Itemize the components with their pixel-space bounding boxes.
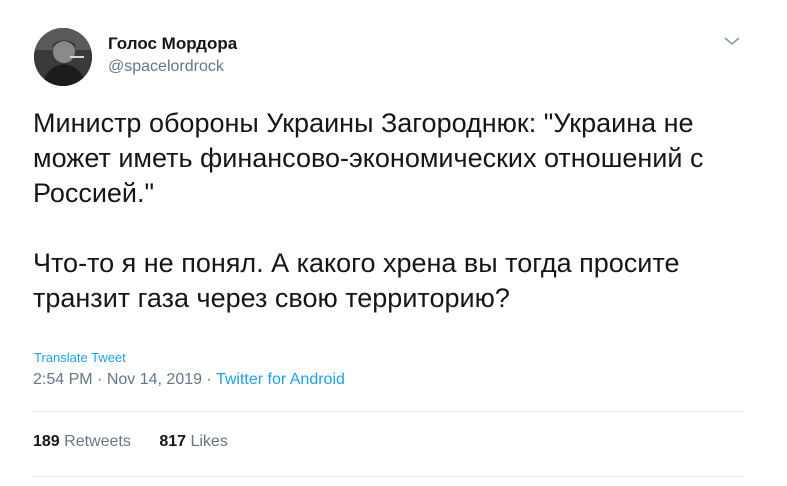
tweet-source-link[interactable]: Twitter for Android: [216, 371, 345, 388]
author-display-name[interactable]: Голос Мордора: [108, 34, 237, 54]
translate-tweet-link[interactable]: Translate Tweet: [34, 350, 126, 365]
tweet-meta: 2:54 PM · Nov 14, 2019 · Twitter for And…: [33, 371, 345, 389]
tweet-paragraph: Что-то я не понял. А какого хрена вы тог…: [33, 248, 680, 313]
chevron-down-icon[interactable]: [722, 34, 742, 48]
retweets-count: 189: [33, 433, 60, 450]
avatar-image: [34, 28, 92, 86]
meta-separator: ·: [206, 371, 212, 388]
divider: [33, 411, 743, 412]
divider: [33, 476, 743, 477]
tweet-card: Голос Мордора @spacelordrock Министр обо…: [0, 0, 787, 486]
likes-stat[interactable]: 817 Likes: [159, 433, 228, 451]
tweet-stats: 189 Retweets 817 Likes: [33, 433, 228, 451]
tweet-text: Министр обороны Украины Загороднюк: "Укр…: [33, 106, 763, 316]
retweets-stat[interactable]: 189 Retweets: [33, 433, 131, 451]
likes-count: 817: [159, 433, 187, 450]
meta-separator: ·: [97, 371, 103, 388]
retweets-label: Retweets: [64, 433, 131, 450]
tweet-paragraph: Министр обороны Украины Загороднюк: "Укр…: [33, 108, 704, 208]
author-handle[interactable]: @spacelordrock: [108, 58, 224, 76]
tweet-time[interactable]: 2:54 PM: [33, 371, 93, 388]
tweet-date[interactable]: Nov 14, 2019: [107, 371, 202, 388]
likes-label: Likes: [190, 433, 228, 450]
avatar[interactable]: [34, 28, 92, 86]
